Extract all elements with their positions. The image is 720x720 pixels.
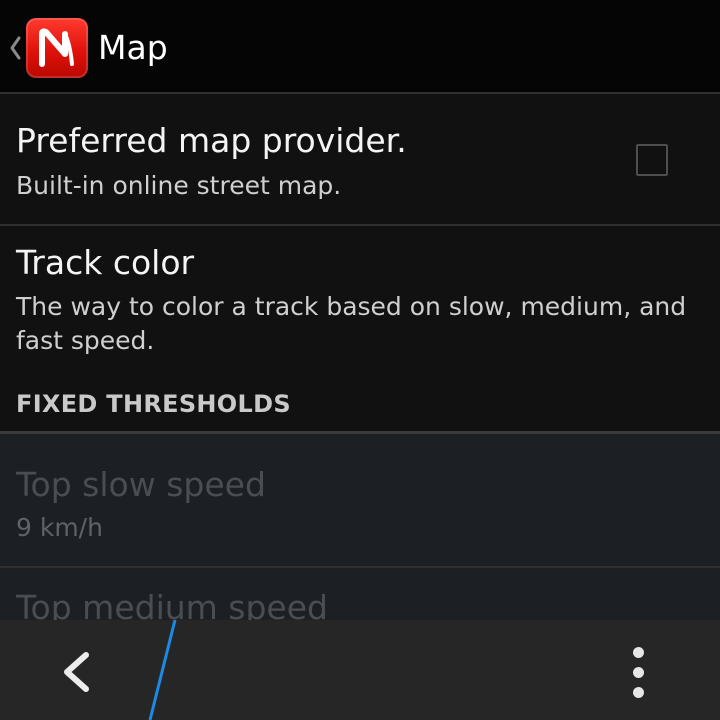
pref-summary: 9 km/h <box>16 513 103 542</box>
pref-summary: Built-in online street map. <box>16 171 342 200</box>
app-logo-n-icon[interactable] <box>26 18 88 78</box>
pref-top-medium-speed: Top medium speed <box>0 568 720 620</box>
page-title: Map <box>98 28 168 67</box>
pref-summary: The way to color a track based on slow, … <box>16 292 687 355</box>
pref-title: Top slow speed <box>16 465 266 504</box>
pref-track-color[interactable]: Track color The way to color a track bas… <box>0 226 720 376</box>
pref-map-provider[interactable]: Preferred map provider. Built-in online … <box>0 94 720 226</box>
bottom-action-bar <box>0 620 720 720</box>
pref-title: Track color <box>16 243 195 282</box>
map-provider-checkbox[interactable] <box>636 144 668 176</box>
chevron-left-icon[interactable] <box>8 34 22 62</box>
pref-title: Top medium speed <box>16 588 328 620</box>
category-label: FIXED THRESHOLDS <box>16 390 291 418</box>
action-bar: Map <box>0 0 720 94</box>
overflow-menu-button[interactable] <box>600 620 680 720</box>
accent-divider <box>148 620 177 720</box>
preferences-list[interactable]: Preferred map provider. Built-in online … <box>0 94 720 620</box>
category-header: FIXED THRESHOLDS <box>0 376 720 434</box>
pref-top-slow-speed: Top slow speed 9 km/h <box>0 434 720 568</box>
pref-title: Preferred map provider. <box>16 121 407 160</box>
